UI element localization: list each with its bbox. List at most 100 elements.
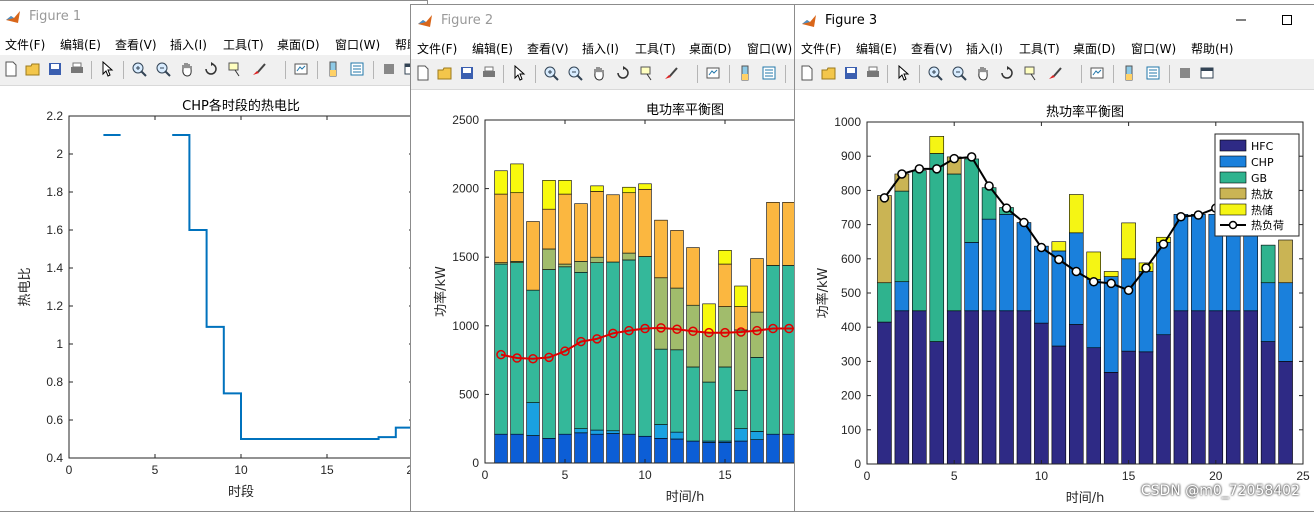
select-arrow-icon[interactable]	[895, 65, 911, 81]
heat-load-marker	[879, 193, 890, 203]
legend-icon[interactable]	[349, 61, 365, 77]
print-icon[interactable]	[481, 65, 497, 81]
legend-icon[interactable]	[1145, 65, 1161, 81]
save-icon[interactable]	[843, 65, 859, 81]
rotate-3d-icon[interactable]	[615, 65, 631, 81]
figure-3-titlebar[interactable]: Figure 3	[795, 5, 1314, 37]
open-folder-icon[interactable]	[821, 65, 837, 81]
menu-tools[interactable]: 工具(T)	[635, 40, 676, 57]
menu-view[interactable]: 查看(V)	[911, 40, 953, 57]
bar-HFC-t16	[1138, 351, 1154, 465]
menu-view[interactable]: 查看(V)	[115, 36, 157, 53]
colorbar-icon[interactable]	[325, 61, 341, 77]
brush-icon[interactable]	[663, 65, 679, 81]
new-file-icon[interactable]	[799, 65, 815, 81]
legend-label: CHP	[1251, 156, 1274, 169]
y-tick-label: 1.8	[46, 185, 63, 199]
colorbar-icon[interactable]	[1121, 65, 1137, 81]
menu-insert[interactable]: 插入(I)	[582, 40, 619, 57]
brush-icon[interactable]	[251, 61, 267, 77]
y-tick-label: 0	[472, 456, 479, 470]
menu-insert[interactable]: 插入(I)	[966, 40, 1003, 57]
legend-swatch-CHP	[1219, 155, 1247, 168]
menu-tools[interactable]: 工具(T)	[223, 36, 264, 53]
legend-icon[interactable]	[761, 65, 777, 81]
hide-tools-icon[interactable]	[1177, 65, 1193, 81]
menu-window[interactable]: 窗口(W)	[1131, 40, 1176, 57]
heat-load-marker	[1158, 239, 1169, 249]
colorbar-icon[interactable]	[737, 65, 753, 81]
dock-icon[interactable]	[1199, 65, 1215, 81]
print-icon[interactable]	[69, 61, 85, 77]
hide-tools-icon[interactable]	[381, 61, 397, 77]
zoom-in-icon[interactable]	[131, 61, 147, 77]
figure-1-titlebar[interactable]: Figure 1	[0, 1, 427, 33]
link-plot-icon[interactable]	[705, 65, 721, 81]
toolbar-separator	[317, 61, 318, 79]
minimize-icon[interactable]	[1235, 14, 1247, 28]
toolbar-separator	[1113, 65, 1114, 83]
link-plot-icon[interactable]	[293, 61, 309, 77]
zoom-out-icon[interactable]	[155, 61, 171, 77]
zoom-in-icon[interactable]	[543, 65, 559, 81]
new-file-icon[interactable]	[415, 65, 431, 81]
data-cursor-icon[interactable]	[227, 61, 243, 77]
figure-3-window: Figure 3 文件(F) 编辑(E) 查看(V) 插入(I) 工具(T) 桌面(D) 窗…	[794, 4, 1314, 512]
bar-series-4-t6	[574, 261, 588, 273]
menu-file[interactable]: 文件(F)	[417, 40, 457, 57]
open-folder-icon[interactable]	[437, 65, 453, 81]
pan-hand-icon[interactable]	[179, 61, 195, 77]
menu-desktop[interactable]: 桌面(D)	[277, 36, 320, 53]
legend[interactable]: HFC CHP GB 热放热储热负荷	[1214, 133, 1300, 237]
menu-insert[interactable]: 插入(I)	[170, 36, 207, 53]
menu-file[interactable]: 文件(F)	[801, 40, 841, 57]
data-cursor-icon[interactable]	[639, 65, 655, 81]
rotate-3d-icon[interactable]	[999, 65, 1015, 81]
y-tick-label: 700	[841, 218, 861, 232]
new-file-icon[interactable]	[3, 61, 19, 77]
y-tick-label: 1.6	[46, 223, 63, 237]
bar-HFC-t11	[1051, 345, 1067, 465]
menu-desktop[interactable]: 桌面(D)	[1073, 40, 1116, 57]
menu-tools[interactable]: 工具(T)	[1019, 40, 1060, 57]
bar-series-3-t17	[750, 357, 764, 432]
menu-file[interactable]: 文件(F)	[5, 36, 45, 53]
matlab-app-icon	[6, 11, 20, 23]
bar-series-3-t8	[606, 261, 620, 432]
bar-GB-t2	[894, 190, 910, 283]
maximize-icon[interactable]	[1281, 14, 1293, 28]
zoom-out-icon[interactable]	[951, 65, 967, 81]
heat-load-marker	[1019, 217, 1029, 228]
chart-title: 热功率平衡图	[1046, 104, 1124, 120]
bar-HFC-t5	[946, 310, 962, 465]
menu-edit[interactable]: 编辑(E)	[472, 40, 513, 57]
menu-help[interactable]: 帮助(H)	[1191, 40, 1233, 57]
menu-window[interactable]: 窗口(W)	[747, 40, 792, 57]
bar-series-3-t3	[526, 289, 540, 403]
save-icon[interactable]	[459, 65, 475, 81]
pan-hand-icon[interactable]	[975, 65, 991, 81]
select-arrow-icon[interactable]	[99, 61, 115, 77]
brush-icon[interactable]	[1047, 65, 1063, 81]
save-icon[interactable]	[47, 61, 63, 77]
select-arrow-icon[interactable]	[511, 65, 527, 81]
menu-edit[interactable]: 编辑(E)	[60, 36, 101, 53]
zoom-in-icon[interactable]	[927, 65, 943, 81]
zoom-out-icon[interactable]	[567, 65, 583, 81]
bar-HFC-t7	[981, 310, 997, 465]
pan-hand-icon[interactable]	[591, 65, 607, 81]
menu-desktop[interactable]: 桌面(D)	[689, 40, 732, 57]
link-plot-icon[interactable]	[1089, 65, 1105, 81]
bar-series-2-t12	[670, 431, 684, 440]
menu-edit[interactable]: 编辑(E)	[856, 40, 897, 57]
figure-2-titlebar[interactable]: Figure 2	[411, 5, 797, 37]
data-cursor-icon[interactable]	[1023, 65, 1039, 81]
print-icon[interactable]	[865, 65, 881, 81]
bar-热储-t15	[1121, 222, 1136, 260]
menu-view[interactable]: 查看(V)	[527, 40, 569, 57]
bar-series-1-t3	[526, 435, 540, 464]
rotate-3d-icon[interactable]	[203, 61, 219, 77]
menu-window[interactable]: 窗口(W)	[335, 36, 380, 53]
bar-GB-t5	[946, 173, 962, 312]
open-folder-icon[interactable]	[25, 61, 41, 77]
